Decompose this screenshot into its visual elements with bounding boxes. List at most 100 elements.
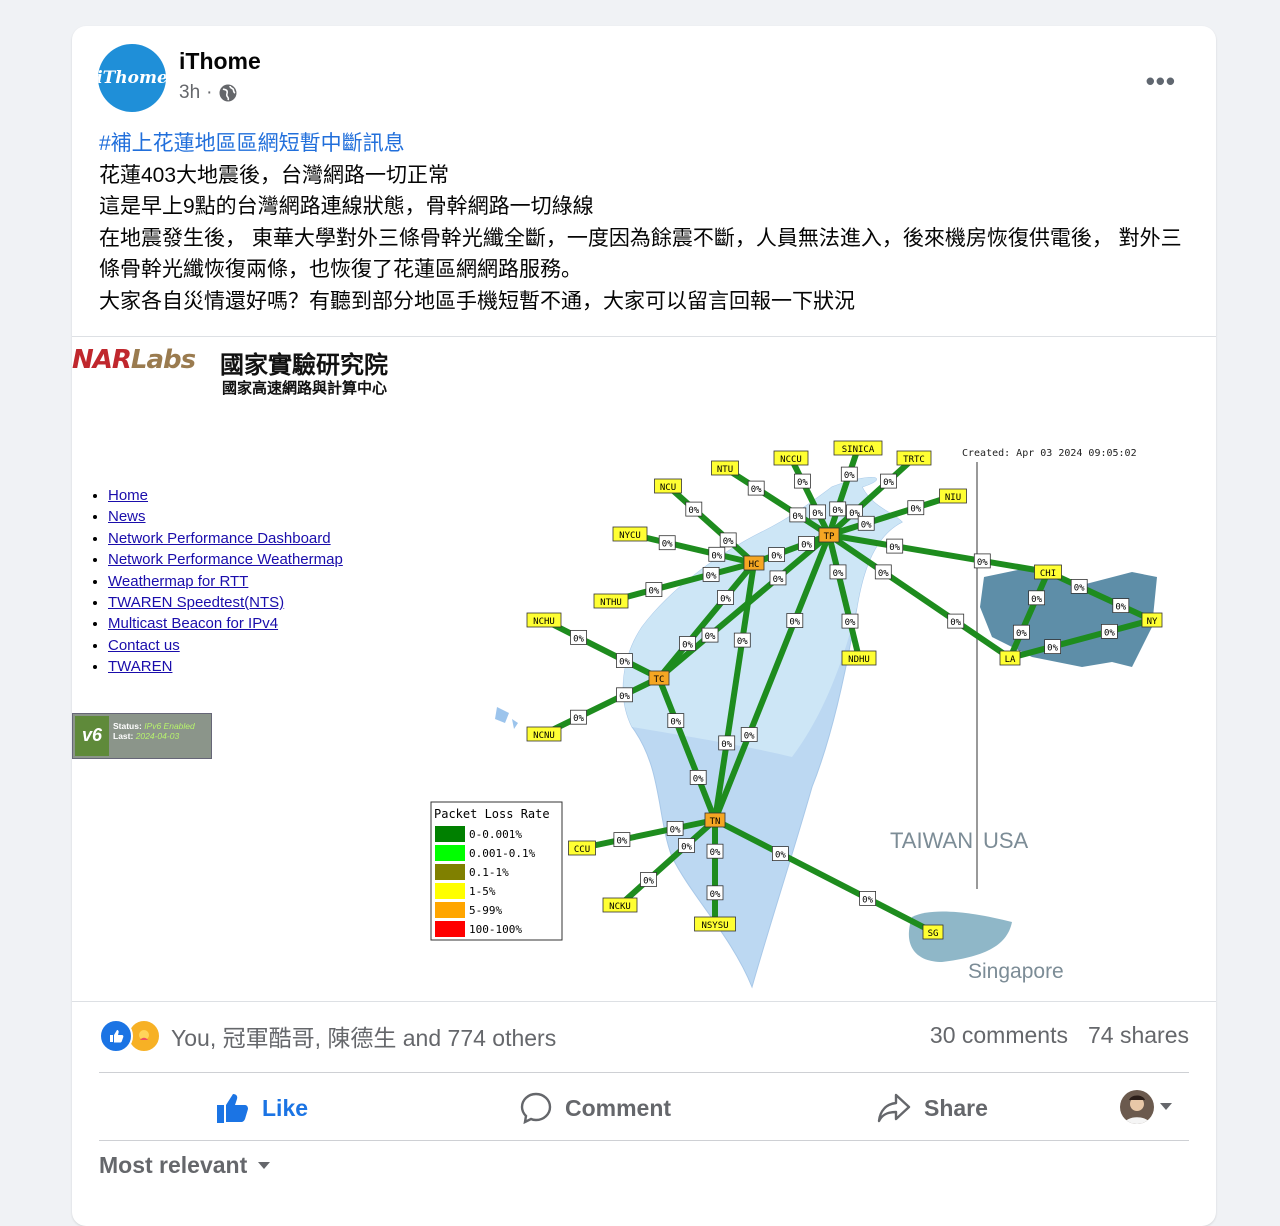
node-ncku: NCKU (602, 897, 638, 913)
link-load-label: 0% (1112, 598, 1130, 614)
link-load-label: 0% (1070, 578, 1088, 594)
share-button[interactable]: Share (876, 1086, 988, 1130)
svg-text:0%: 0% (797, 478, 808, 488)
link-load-label: 0% (768, 547, 785, 563)
svg-text:0%: 0% (616, 837, 627, 847)
link-load-label: 0% (859, 891, 876, 906)
svg-text:0%: 0% (706, 571, 717, 581)
network-weathermap: 0% 0% 0% 0% 0% 0% 0% 0% 0% 0% 0% 0% 0% 0% 0% 0% 0% 0% 0% 0%… (430, 440, 1163, 989)
svg-text:5-99%: 5-99% (469, 904, 502, 917)
node-tc: TC (648, 670, 670, 686)
post-meta: 3h · (179, 82, 238, 104)
link-load-label: 0% (666, 820, 684, 836)
legend-item: 0-0.001% (435, 826, 522, 842)
svg-text:0.1-1%: 0.1-1% (469, 866, 509, 879)
divider (99, 1140, 1189, 1141)
svg-text:0%: 0% (832, 506, 843, 516)
link-load-label: 0% (798, 535, 815, 551)
region-taiwan: TAIWAN (890, 828, 973, 853)
svg-text:SINICA: SINICA (842, 445, 875, 455)
post-time[interactable]: 3h (179, 82, 200, 104)
link-load-label: 0% (857, 515, 875, 531)
post-card: iThome iThome 3h · ••• #補上花蓮地區區網短暫中斷訊息 花蓮… (72, 26, 1216, 1226)
post-image[interactable]: NARLabs 國家實驗研究院 國家高速網路與計算中心 Home News Ne… (72, 336, 1216, 1002)
svg-text:0%: 0% (910, 505, 921, 515)
page-avatar[interactable]: iThome (98, 44, 166, 112)
svg-text:1-5%: 1-5% (469, 885, 496, 898)
more-options-button[interactable]: ••• (1146, 66, 1176, 97)
svg-text:0%: 0% (845, 618, 856, 628)
like-button[interactable]: Like (216, 1086, 308, 1130)
link-load-label: 0% (733, 632, 751, 648)
post-text: #補上花蓮地區區網短暫中斷訊息 花蓮403大地震後，台灣網路一切正常 這是早上9… (99, 128, 1199, 317)
svg-text:TN: TN (710, 817, 721, 827)
node-chi: CHI (1034, 564, 1062, 580)
svg-text:CHI: CHI (1040, 569, 1056, 579)
thumbs-up-icon (217, 1094, 248, 1123)
shares-count[interactable]: 74 shares (1088, 1022, 1189, 1049)
node-hc: HC (743, 555, 765, 571)
link-load-label: 0% (740, 727, 758, 742)
link-load-label: 0% (1013, 624, 1030, 640)
svg-text:NCNU: NCNU (533, 731, 555, 741)
post-line: 花蓮403大地震後，台灣網路一切正常 (99, 163, 450, 187)
node-tp: TP (818, 527, 840, 543)
created-timestamp: Created: Apr 03 2024 09:05:02 (962, 448, 1137, 459)
link-load-label: 0% (747, 480, 765, 496)
link-load-label: 0% (719, 532, 737, 548)
svg-text:0%: 0% (844, 471, 855, 481)
chevron-down-icon[interactable] (1159, 1102, 1173, 1112)
link-load-label: 0% (794, 473, 811, 489)
legend-item: 0.001-0.1% (435, 845, 536, 861)
comments-count[interactable]: 30 comments (930, 1022, 1068, 1049)
node-tn: TN (704, 812, 726, 828)
svg-text:0%: 0% (792, 512, 803, 522)
svg-text:NDHU: NDHU (848, 655, 870, 665)
svg-text:0.001-0.1%: 0.001-0.1% (469, 847, 536, 860)
link-load-label: 0% (973, 553, 991, 569)
node-ccu: CCU (568, 840, 596, 856)
link-load-label: 0% (1044, 639, 1061, 655)
viewer-avatar[interactable] (1120, 1090, 1154, 1124)
node-sg: SG (922, 924, 944, 940)
comment-button[interactable]: Comment (519, 1086, 671, 1130)
svg-text:0%: 0% (705, 632, 716, 642)
svg-text:0%: 0% (775, 851, 786, 861)
svg-text:0%: 0% (889, 543, 900, 553)
link-load-label: 0% (769, 570, 787, 586)
link-load-label: 0% (718, 735, 736, 751)
svg-text:NCCU: NCCU (780, 455, 802, 465)
svg-text:0%: 0% (662, 540, 673, 550)
link-load-label: 0% (789, 507, 807, 523)
post-stats: 30 comments 74 shares (930, 1022, 1189, 1049)
svg-text:0%: 0% (681, 843, 692, 853)
legend-item: 0.1-1% (435, 864, 509, 880)
svg-text:0%: 0% (619, 658, 630, 668)
legend: Packet Loss Rate 0-0.001% 0.001-0.1% 0.1-1… (430, 801, 563, 941)
node-ncnu: NCNU (526, 726, 562, 742)
link-layer (542, 447, 1154, 935)
svg-text:0%: 0% (643, 877, 654, 887)
like-reaction-icon (99, 1019, 133, 1053)
region-usa: USA (983, 828, 1029, 853)
link-load-label: 0% (613, 832, 631, 848)
svg-text:0%: 0% (670, 718, 681, 728)
svg-text:SG: SG (928, 929, 939, 939)
svg-text:0%: 0% (801, 540, 812, 550)
comment-icon (520, 1092, 552, 1125)
svg-text:NTHU: NTHU (600, 598, 622, 608)
comment-sort-dropdown[interactable]: Most relevant (99, 1152, 271, 1179)
svg-text:0%: 0% (878, 569, 889, 579)
node-ny: NY (1141, 612, 1163, 628)
svg-text:0%: 0% (751, 485, 762, 495)
reaction-summary[interactable]: You, 冠軍酷哥, 陳德生 and 774 others (99, 1019, 556, 1053)
link-load-label: 0% (841, 613, 859, 629)
hashtag-link[interactable]: #補上花蓮地區區網短暫中斷訊息 (99, 132, 405, 155)
svg-text:HC: HC (749, 560, 760, 570)
link-load-label: 0% (679, 636, 696, 651)
link-load-label: 0% (1101, 623, 1118, 639)
svg-text:0%: 0% (670, 825, 681, 835)
node-nthu: NTHU (593, 593, 629, 609)
link-load-label: 0% (640, 872, 657, 887)
page-name[interactable]: iThome (179, 48, 261, 75)
